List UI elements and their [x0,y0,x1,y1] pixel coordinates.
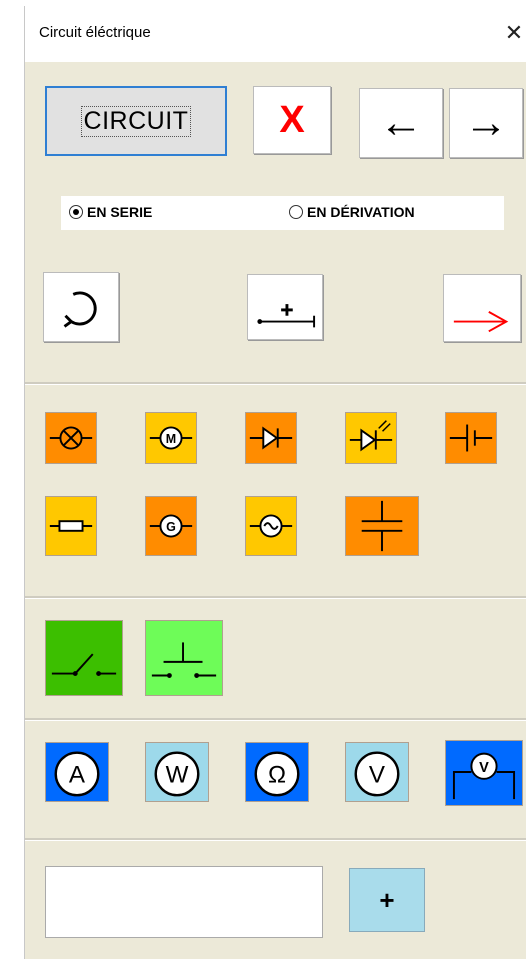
motor-button[interactable]: M [145,412,197,464]
circuit-button[interactable]: CIRCUIT [45,86,227,156]
ammeter-icon: A [54,751,100,797]
ammeter-button[interactable]: A [45,742,109,802]
diode-icon [249,426,293,450]
capacitor-icon [361,500,403,552]
wattmeter-icon: W [154,751,200,797]
add-button[interactable]: + [349,868,425,932]
radio-selected-icon [69,205,83,219]
voltmeter-button[interactable]: V [345,742,409,802]
radio-en-serie-label: EN SERIE [87,204,153,220]
voltmeter-branch-icon: V [452,752,516,800]
switch-icon [51,653,117,677]
push-button-button[interactable] [145,620,223,696]
svg-text:A: A [69,762,86,789]
title-bar: Circuit éléctrique ✕ [25,6,526,62]
arrow-right-icon: → [464,98,508,147]
back-button[interactable]: ← [359,88,443,158]
svg-text:M: M [166,432,176,446]
main-window: Circuit éléctrique ✕ CIRCUIT X ← → EN SE… [24,6,526,959]
delete-x-icon: X [279,98,305,141]
separator [25,596,526,599]
add-wire-button[interactable] [247,274,323,340]
svg-text:V: V [479,760,489,776]
generator-button[interactable]: G [145,496,197,556]
battery-button[interactable] [445,412,497,464]
lamp-button[interactable] [45,412,97,464]
push-button-icon [151,642,217,678]
svg-text:Ω: Ω [268,762,286,789]
red-arrow-icon [453,311,509,333]
separator [25,718,526,721]
radio-unselected-icon [289,205,303,219]
resistor-icon [49,520,93,532]
arrow-left-icon: ← [379,98,423,147]
radio-en-derivation-label: EN DÉRIVATION [307,204,415,220]
rotate-icon [63,291,97,328]
separator [25,838,526,841]
circuit-button-label: CIRCUIT [80,105,192,137]
ohmmeter-button[interactable]: Ω [245,742,309,802]
ac-source-button[interactable] [245,496,297,556]
lamp-icon [49,426,93,450]
voltmeter-icon: V [354,751,400,797]
wire-plus-icon [257,304,316,328]
separator [25,382,526,385]
wattmeter-button[interactable]: W [145,742,209,802]
component-value-input[interactable] [45,866,323,938]
delete-button[interactable]: X [253,86,331,154]
motor-icon: M [149,426,193,450]
resistor-button[interactable] [45,496,97,556]
radio-en-serie[interactable]: EN SERIE [69,204,152,220]
ac-source-icon [249,514,293,538]
rotate-button[interactable] [43,272,119,342]
voltmeter-branch-button[interactable]: V [445,740,523,806]
svg-text:W: W [166,762,189,789]
window-title: Circuit éléctrique [39,24,151,41]
mode-radio-group: EN SERIE EN DÉRIVATION [61,196,504,230]
led-icon [349,420,393,452]
svg-text:V: V [369,762,385,789]
arrow-tool-button[interactable] [443,274,521,342]
close-icon[interactable]: ✕ [501,20,526,46]
generator-icon: G [149,514,193,538]
diode-button[interactable] [245,412,297,464]
radio-en-derivation[interactable]: EN DÉRIVATION [289,204,415,220]
battery-icon [449,424,493,452]
capacitor-button[interactable] [345,496,419,556]
forward-button[interactable]: → [449,88,523,158]
ohmmeter-icon: Ω [254,751,300,797]
led-button[interactable] [345,412,397,464]
switch-button[interactable] [45,620,123,696]
svg-text:G: G [166,520,176,534]
